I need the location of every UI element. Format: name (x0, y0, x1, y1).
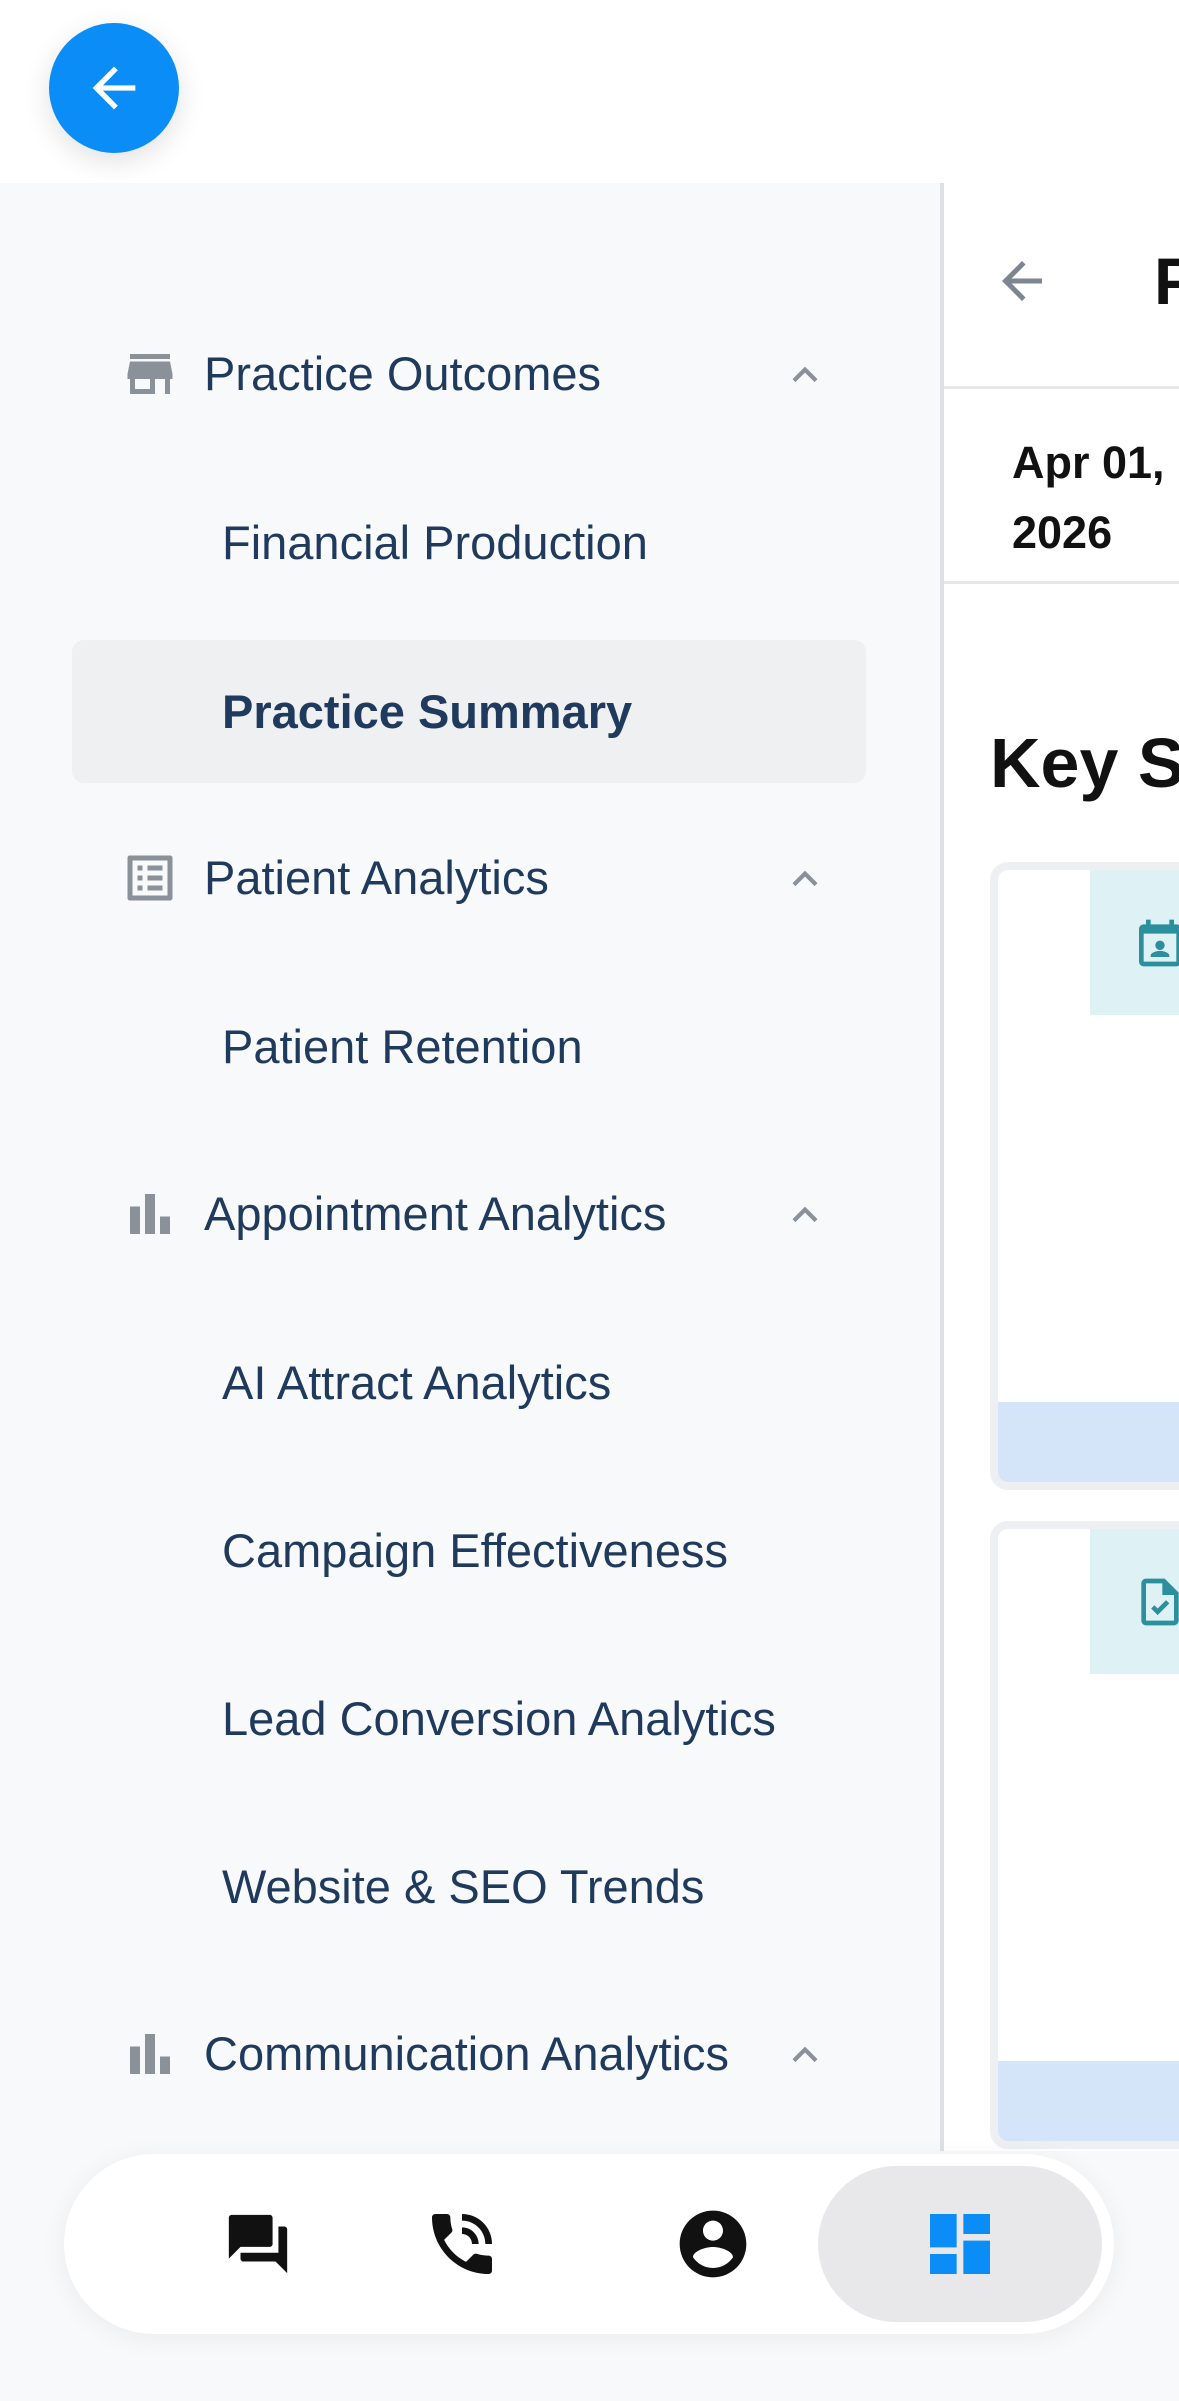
sidebar-group-appointment-analytics[interactable]: Appointment Analytics (0, 1154, 940, 1274)
back-button[interactable] (49, 23, 179, 153)
sidebar-item-practice-summary[interactable]: Practice Summary (72, 640, 866, 783)
dashboard-icon (930, 2214, 990, 2274)
stat-card-footer (998, 2061, 1179, 2141)
sidebar-item-lead-conversion-analytics[interactable]: Lead Conversion Analytics (72, 1647, 866, 1790)
bottom-nav-account[interactable] (623, 2166, 803, 2322)
sidebar-item-label: Lead Conversion Analytics (222, 1692, 776, 1745)
chevron-up-icon[interactable] (780, 2030, 830, 2080)
stat-card[interactable] (990, 862, 1179, 1490)
chat-icon (228, 2214, 288, 2274)
content-back-button[interactable] (992, 251, 1052, 311)
date-start: Apr 01, 2026 (1012, 437, 1165, 558)
sidebar-item-label: Website & SEO Trends (222, 1860, 705, 1913)
arrow-left-icon (1002, 261, 1042, 301)
sidebar-group-patient-analytics[interactable]: Patient Analytics (0, 818, 940, 938)
sidebar-item-label: Campaign Effectiveness (222, 1524, 728, 1577)
account-icon (679, 2210, 747, 2278)
arrow-left-icon (92, 66, 136, 110)
sidebar-group-communication-analytics[interactable]: Communication Analytics (0, 1994, 940, 2114)
sidebar-item-label: Practice Summary (222, 685, 633, 738)
sidebar-group-label: Communication Analytics (204, 2027, 730, 2080)
bottom-nav-chat[interactable] (168, 2166, 348, 2322)
bar-chart-icon (120, 1184, 180, 1244)
sidebar: Practice Outcomes Financial Production P… (0, 183, 940, 2151)
stat-card-footer (998, 1402, 1179, 1482)
document-check-icon (1141, 1578, 1179, 1625)
top-bar (0, 0, 1179, 183)
sidebar-item-website-seo-trends[interactable]: Website & SEO Trends (72, 1815, 866, 1958)
stat-card-icon-box (1090, 870, 1179, 1015)
stat-card[interactable] (990, 1521, 1179, 2149)
bottom-nav (64, 2154, 1114, 2334)
sidebar-group-label: Practice Outcomes (204, 347, 602, 400)
contact-calendar-icon (1139, 919, 1179, 966)
sidebar-item-label: Patient Retention (222, 1020, 583, 1073)
bottom-nav-dashboard[interactable] (818, 2166, 1102, 2322)
sidebar-item-ai-attract-analytics[interactable]: AI Attract Analytics (72, 1311, 866, 1454)
store-icon (120, 344, 180, 404)
sidebar-item-label: Financial Production (222, 516, 648, 569)
phone-icon (432, 2214, 492, 2274)
bottom-nav-phone[interactable] (372, 2166, 552, 2322)
bar-chart-icon (120, 2024, 180, 2084)
sidebar-group-practice-outcomes[interactable]: Practice Outcomes (0, 314, 940, 434)
content-header: P (944, 183, 1179, 389)
list-icon (120, 848, 180, 908)
chevron-up-icon[interactable] (780, 854, 830, 904)
date-range-selector[interactable]: Apr 01, 2026 (944, 392, 1179, 584)
sidebar-group-label: Appointment Analytics (204, 1187, 667, 1240)
main-content: P Apr 01, 2026 Key St (944, 183, 1179, 2151)
sidebar-item-financial-production[interactable]: Financial Production (72, 471, 866, 614)
chevron-up-icon[interactable] (780, 350, 830, 400)
section-title: Key St (990, 724, 1179, 802)
page-title: P (1154, 244, 1179, 318)
chevron-up-icon[interactable] (780, 1190, 830, 1240)
sidebar-group-label: Patient Analytics (204, 851, 549, 904)
sidebar-item-patient-retention[interactable]: Patient Retention (72, 975, 866, 1118)
stat-card-icon-box (1090, 1529, 1179, 1674)
sidebar-item-campaign-effectiveness[interactable]: Campaign Effectiveness (72, 1479, 866, 1622)
sidebar-item-label: AI Attract Analytics (222, 1356, 612, 1409)
